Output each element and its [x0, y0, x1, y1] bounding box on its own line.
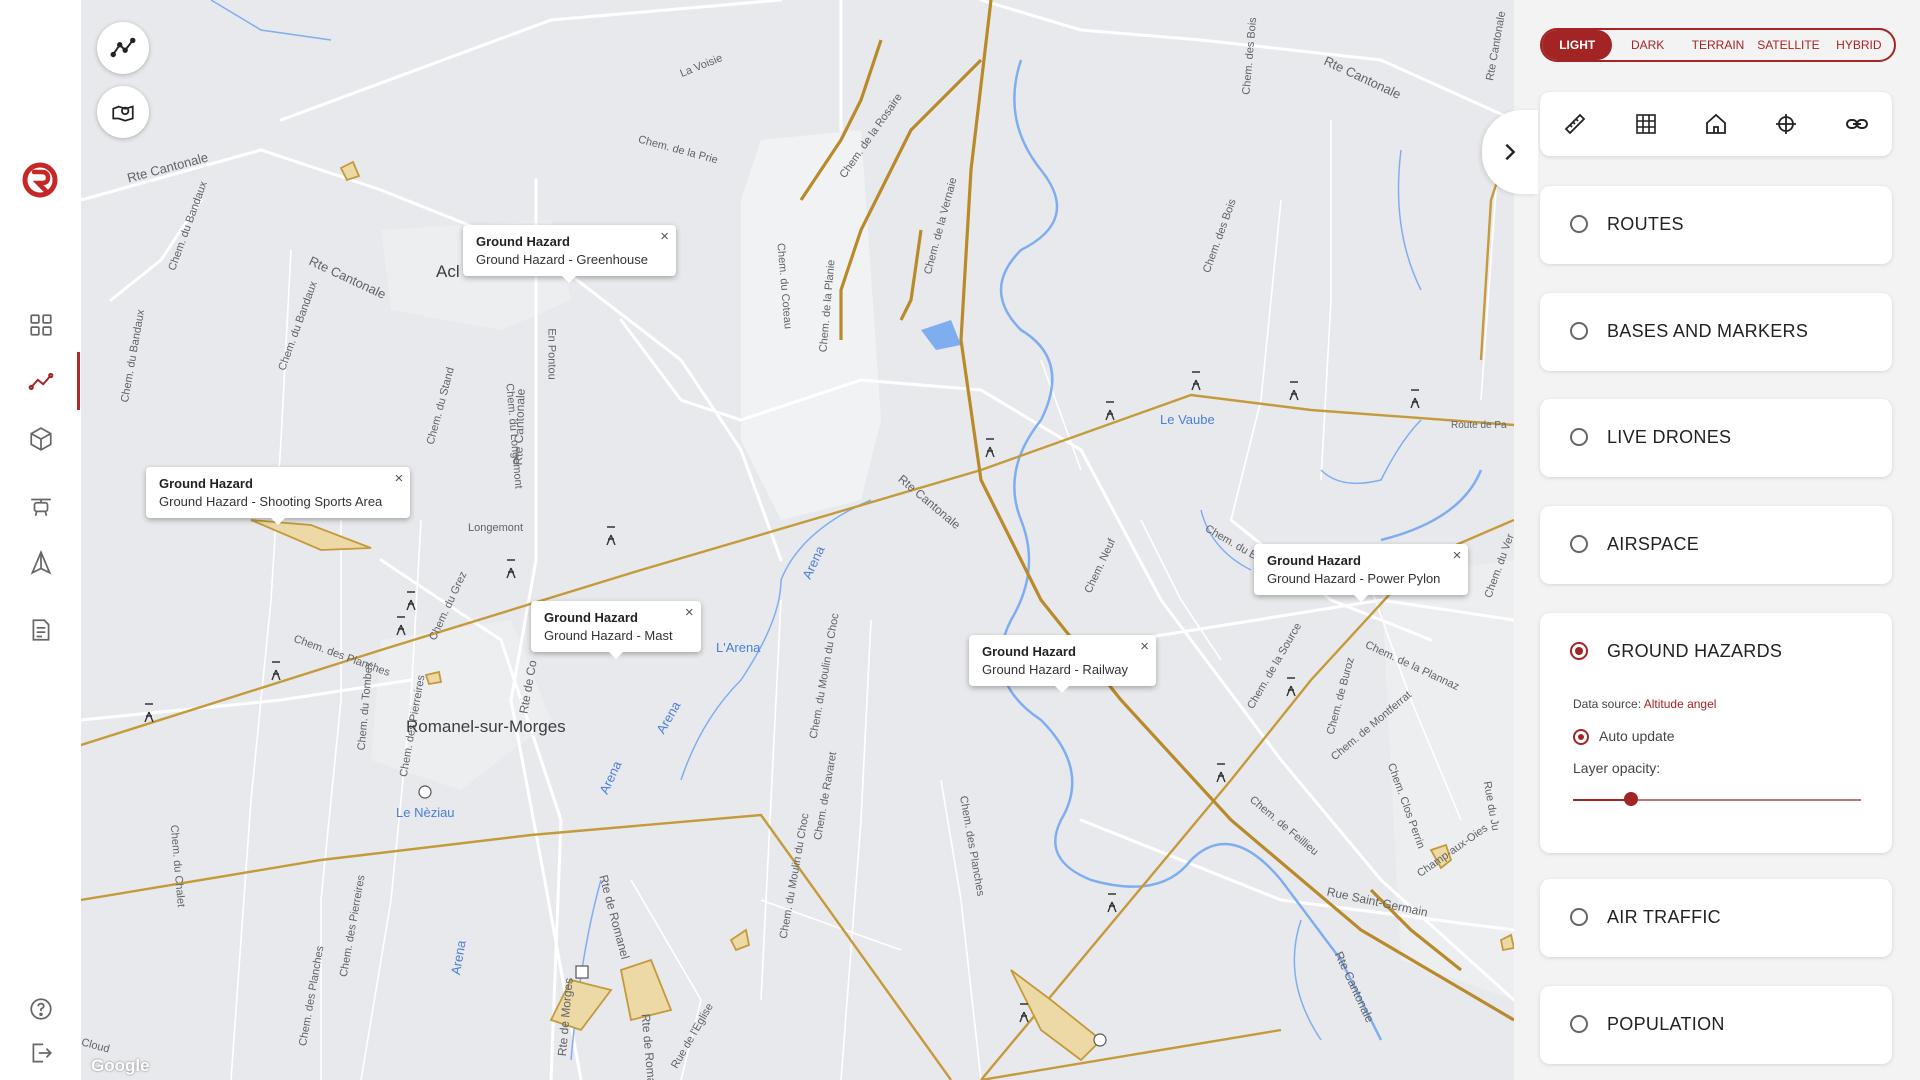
layer-radio[interactable]: [1570, 215, 1588, 233]
data-source: Data source: Altitude angel: [1573, 697, 1716, 711]
map-type-light[interactable]: LIGHT: [1542, 30, 1613, 60]
map-type-satellite[interactable]: SATELLITE: [1753, 30, 1823, 60]
drone-icon[interactable]: [25, 490, 57, 522]
layer-label: AIR TRAFFIC: [1607, 907, 1721, 927]
popup-subtitle: Ground Hazard - Mast: [544, 628, 673, 643]
water-label: Le Nèziau: [396, 805, 455, 820]
data-source-label: Data source:: [1573, 697, 1642, 711]
route-line-icon: [110, 37, 136, 58]
map-type-switcher: LIGHT DARK TERRAIN SATELLITE HYBRID: [1540, 28, 1896, 62]
popup-subtitle: Ground Hazard - Greenhouse: [476, 252, 648, 267]
layer-opacity-label: Layer opacity:: [1573, 760, 1661, 776]
nav-active-indicator: [77, 352, 80, 410]
layer-label: GROUND HAZARDS: [1607, 641, 1783, 661]
layer-label: BASES AND MARKERS: [1607, 321, 1809, 341]
layer-label: LIVE DRONES: [1607, 427, 1732, 447]
crosshair-icon[interactable]: [1771, 109, 1801, 139]
close-icon[interactable]: ×: [1453, 547, 1462, 564]
layer-airspace[interactable]: AIRSPACE: [1540, 506, 1892, 584]
map-label: Acl: [436, 262, 460, 281]
google-logo: Google: [91, 1056, 150, 1075]
layer-label: AIRSPACE: [1607, 534, 1700, 554]
map-canvas[interactable]: La Voisie Rte Cantonale Rte Cantonale Rt…: [81, 0, 1514, 1080]
map-area-button[interactable]: [97, 86, 149, 138]
left-navigation: [0, 0, 81, 1080]
popup-subtitle: Ground Hazard - Railway: [982, 662, 1128, 677]
town-label: Romanel-sur-Morges: [406, 717, 566, 736]
popup-subtitle: Ground Hazard - Power Pylon: [1267, 571, 1441, 586]
map-type-terrain[interactable]: TERRAIN: [1683, 30, 1753, 60]
popup-title: Ground Hazard: [1267, 553, 1361, 568]
map-label: Le Vaube: [1160, 412, 1215, 427]
layer-label: POPULATION: [1607, 1014, 1725, 1034]
layer-bases-and-markers[interactable]: BASES AND MARKERS: [1540, 293, 1892, 371]
auto-update-label: Auto update: [1599, 728, 1675, 744]
link-icon[interactable]: [1842, 109, 1872, 139]
help-icon[interactable]: [25, 993, 57, 1025]
close-icon[interactable]: ×: [395, 470, 404, 487]
popup-subtitle: Ground Hazard - Shooting Sports Area: [159, 494, 383, 509]
layer-radio[interactable]: [1570, 428, 1588, 446]
chevron-right-icon: [1505, 143, 1516, 161]
map-label: En Pontou: [545, 328, 558, 380]
layer-routes[interactable]: ROUTES: [1540, 186, 1892, 264]
map-tools: [1540, 92, 1892, 156]
map-type-hybrid[interactable]: HYBRID: [1824, 30, 1894, 60]
app-logo[interactable]: [20, 160, 60, 200]
popup-title: Ground Hazard: [982, 644, 1076, 659]
layer-radio[interactable]: [1570, 535, 1588, 553]
map-base-layer: [81, 0, 1514, 1080]
layers-panel: LIGHT DARK TERRAIN SATELLITE HYBRID ROUT…: [1514, 0, 1920, 1080]
map-label: Route de Pa: [1451, 420, 1507, 431]
water-label: L'Arena: [716, 640, 761, 655]
hazard-popup[interactable]: Ground Hazard Ground Hazard - Power Pylo…: [1254, 544, 1469, 602]
layer-radio[interactable]: [1570, 1015, 1588, 1033]
layer-radio[interactable]: [1570, 642, 1588, 660]
layer-ground-hazards[interactable]: GROUND HAZARDS Data source: Altitude ang…: [1540, 613, 1892, 853]
map-type-dark[interactable]: DARK: [1612, 30, 1682, 60]
hazard-popup[interactable]: Ground Hazard Ground Hazard - Shooting S…: [146, 467, 411, 525]
close-icon[interactable]: ×: [1140, 638, 1149, 655]
map-pin-icon: [112, 105, 134, 122]
slider-knob[interactable]: [1623, 792, 1638, 806]
app-root: La Voisie Rte Cantonale Rte Cantonale Rt…: [0, 0, 1920, 1080]
dashboard-icon[interactable]: [25, 309, 57, 341]
popup-title: Ground Hazard: [544, 610, 638, 625]
hazard-popup[interactable]: Ground Hazard Ground Hazard - Railway ×: [969, 635, 1156, 693]
layer-population[interactable]: POPULATION: [1540, 986, 1892, 1064]
auto-update-option[interactable]: Auto update: [1573, 728, 1675, 746]
layer-label: ROUTES: [1607, 214, 1684, 234]
hazard-popup[interactable]: Ground Hazard Ground Hazard - Mast ×: [531, 601, 701, 659]
hazard-popup[interactable]: Ground Hazard Ground Hazard - Greenhouse…: [463, 225, 676, 283]
popup-title: Ground Hazard: [476, 234, 570, 249]
layer-opacity-slider[interactable]: [1573, 792, 1861, 806]
layer-radio[interactable]: [1570, 908, 1588, 926]
auto-update-radio[interactable]: [1573, 729, 1589, 746]
routes-icon[interactable]: [25, 366, 57, 398]
draw-route-button[interactable]: [97, 22, 149, 74]
close-icon[interactable]: ×: [660, 228, 669, 245]
layer-radio[interactable]: [1570, 322, 1588, 340]
logout-icon[interactable]: [25, 1037, 57, 1069]
layer-air-traffic[interactable]: AIR TRAFFIC: [1540, 879, 1892, 957]
map-label: Longemont: [468, 522, 524, 534]
cube-icon[interactable]: [25, 423, 57, 455]
grid-icon[interactable]: [1631, 109, 1661, 139]
data-source-link[interactable]: Altitude angel: [1644, 697, 1717, 711]
ruler-icon[interactable]: [1560, 109, 1590, 139]
airspace-icon[interactable]: [25, 547, 57, 579]
home-icon[interactable]: [1701, 109, 1731, 139]
close-icon[interactable]: ×: [685, 604, 694, 621]
slider-fill: [1573, 799, 1631, 801]
document-icon[interactable]: [25, 614, 57, 646]
popup-title: Ground Hazard: [159, 476, 253, 491]
layer-live-drones[interactable]: LIVE DRONES: [1540, 399, 1892, 477]
